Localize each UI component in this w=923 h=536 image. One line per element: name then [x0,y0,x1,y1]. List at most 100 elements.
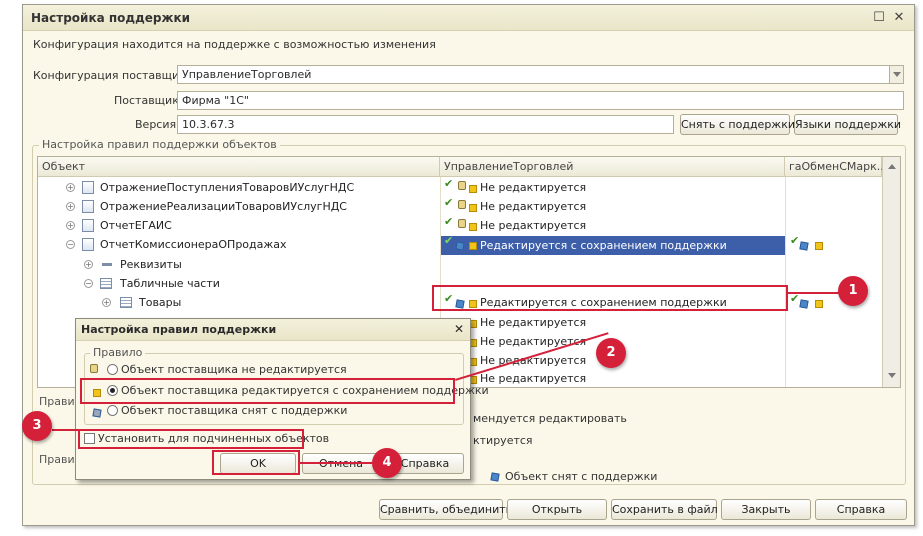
option-not-editable-radio[interactable] [107,364,118,375]
check-icon: ✔ [444,177,454,190]
document-icon [82,238,94,251]
rules-group-title: Настройка правил поддержки объектов [39,138,280,151]
version-label: Версия: [135,118,180,131]
legend-recommended-text: мендуется редактировать [473,412,627,425]
grey-cube-icon [92,408,102,418]
highlight-box-1 [432,285,788,311]
supplier-config-field[interactable]: УправлениеТорговлей [177,65,904,84]
supplier-label: Поставщик: [114,94,183,107]
table-row[interactable]: + ОтражениеПоступленияТоваровИУслугНДС ✔… [38,177,882,197]
col-object-header[interactable]: Объект [38,157,440,177]
maximize-icon[interactable]: ☐ [871,10,887,26]
document-icon [82,181,94,194]
support-status: Не редактируется [480,219,587,232]
close-icon[interactable]: ✕ [891,10,907,26]
object-name: ОтчетЕГАИС [100,219,172,232]
support-status: Редактируется с сохранением поддержки [480,239,727,252]
expand-icon[interactable]: + [66,202,75,211]
support-status: Не редактируется [480,372,587,385]
save-to-file-button[interactable]: Сохранить в файл [611,499,718,520]
check-icon: ✔ [444,196,454,209]
callout-line-1 [788,292,842,294]
yellow-cube-icon [815,242,823,250]
col-supplier-header[interactable]: УправлениеТорговлей [440,157,785,177]
dialog-close-icon[interactable]: ✕ [454,322,464,336]
yellow-cube-icon [469,242,477,250]
table-icon [100,278,112,289]
lock-icon [90,364,98,373]
dialog-title-bar: Настройка правил поддержки ✕ [76,319,470,341]
expand-icon[interactable]: + [66,183,75,192]
object-name: Товары [139,296,182,309]
yellow-cube-icon [469,185,477,193]
object-name: ОтчетКомиссионераОПродажах [100,238,287,251]
highlight-box-2 [80,378,455,404]
object-name: ОтражениеПоступленияТоваровИУслугНДС [100,181,355,194]
table-row[interactable]: + ОтражениеРеализацииТоваровИУслугНДС ✔ … [38,196,882,216]
support-status: Не редактируется [480,181,587,194]
expand-icon[interactable]: + [102,298,111,307]
callout-4: 4 [372,448,402,478]
lock-icon [458,181,466,190]
object-name: Реквизиты [120,258,182,271]
scroll-up-icon[interactable] [888,164,896,169]
support-status: Не редактируется [480,200,587,213]
supplier-value: Фирма "1С" [182,94,249,107]
check-icon: ✔ [790,292,800,305]
callout-3: 3 [22,411,52,441]
removed-support-icon [490,472,500,482]
blue-cube-icon [455,241,465,251]
option-removed-label[interactable]: Объект поставщика снят с поддержки [121,404,347,417]
table-icon [120,297,132,308]
lock-icon [458,219,466,228]
collapse-icon[interactable]: − [84,279,93,288]
window-title: Настройка поддержки [31,11,191,25]
check-icon: ✔ [444,215,454,228]
close-button[interactable]: Закрыть [721,499,811,520]
table-row[interactable]: + ОтчетЕГАИС ✔ Не редактируется [38,215,882,235]
scroll-down-icon[interactable] [888,373,896,378]
table-row[interactable]: + Реквизиты [38,256,882,274]
callout-line-3 [52,429,80,431]
col-exchange-header[interactable]: гаОбменСМарк... [785,157,887,177]
attributes-icon [102,263,112,266]
blue-cube-icon [799,241,809,251]
dropdown-button[interactable] [889,66,903,83]
highlight-box-3 [78,429,304,449]
lock-icon [458,200,466,209]
support-languages-button[interactable]: Языки поддержки [794,114,901,135]
support-status: Не редактируется [480,335,587,348]
check-icon: ✔ [444,234,454,247]
remove-support-button[interactable]: Снять с поддержки [680,114,795,135]
version-value: 10.3.67.3 [182,118,235,131]
expand-icon[interactable]: + [66,221,75,230]
callout-1: 1 [838,276,868,306]
supplier-config-value: УправлениеТорговлей [182,68,312,81]
help-button[interactable]: Справка [815,499,907,520]
rule-group-title: Правило [90,346,146,359]
highlight-box-4 [212,450,300,475]
yellow-cube-icon [469,204,477,212]
vertical-scrollbar[interactable] [882,157,900,387]
support-status-text: Конфигурация находится на поддержке с во… [33,38,436,51]
version-field[interactable]: 10.3.67.3 [177,115,674,134]
dialog-title: Настройка правил поддержки [81,323,277,336]
title-bar: Настройка поддержки ☐ ✕ [23,5,914,31]
expand-icon[interactable]: + [84,260,93,269]
callout-2: 2 [596,338,626,368]
grid-header: Объект УправлениеТорговлей гаОбменСМарк.… [38,157,900,177]
supplier-config-label: Конфигурация поставщика: [33,69,197,82]
compare-merge-button[interactable]: Сравнить, объединить [379,499,512,520]
chevron-down-icon [893,72,901,77]
open-button[interactable]: Открыть [507,499,607,520]
option-removed-radio[interactable] [107,405,118,416]
option-not-editable-label[interactable]: Объект поставщика не редактируется [121,363,347,376]
table-row-selected[interactable]: − ОтчетКомиссионераОПродажах ✔ Редактиру… [38,234,882,255]
legend-removed-text: Объект снят с поддержки [505,470,658,483]
supplier-field[interactable]: Фирма "1С" [177,91,904,110]
document-icon [82,200,94,213]
legend-edited-text: ктируется [473,434,533,447]
collapse-icon[interactable]: − [66,240,75,249]
support-status: Не редактируется [480,316,587,329]
object-name: Табличные части [120,277,220,290]
